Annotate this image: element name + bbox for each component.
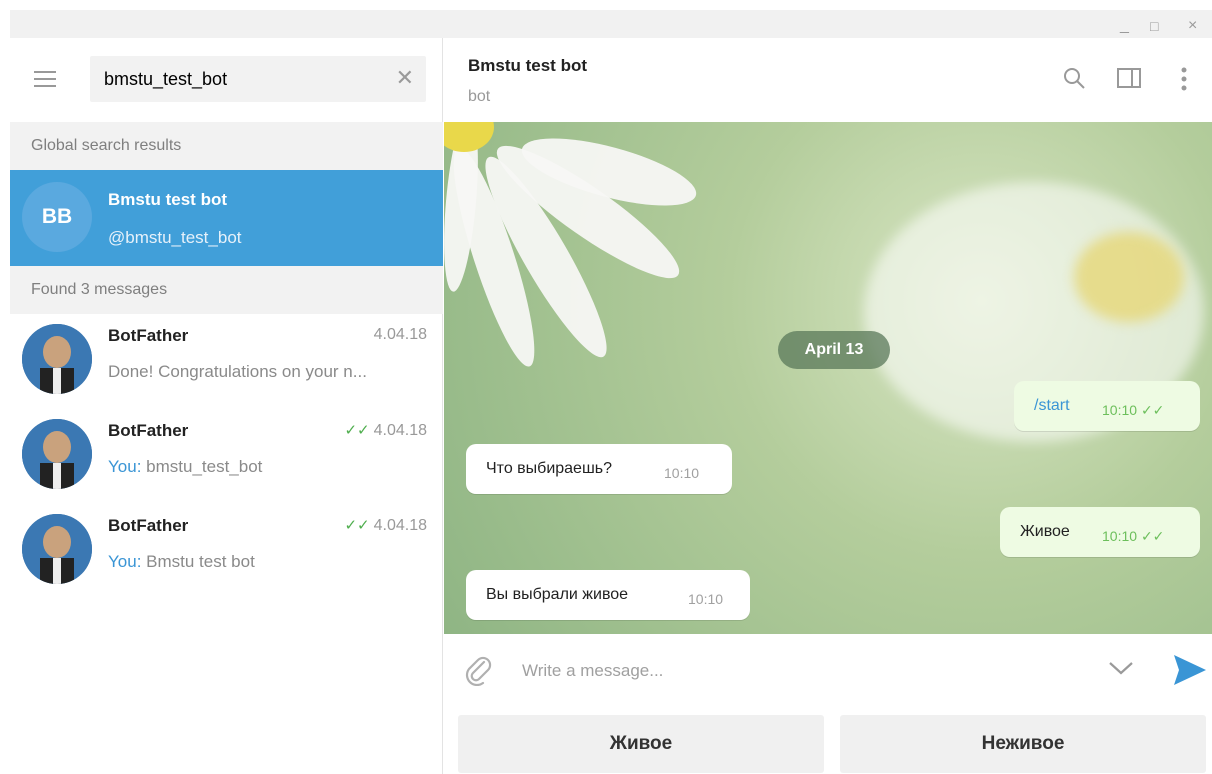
search-icon[interactable] (1062, 66, 1086, 90)
read-ticks-icon: ✓✓ (344, 422, 370, 439)
message-preview: You: Bmstu test bot (108, 552, 255, 571)
read-ticks-icon: ✓✓ (1140, 528, 1165, 544)
maximize-button[interactable]: □ (1150, 18, 1158, 34)
result-handle: @bmstu_test_bot (108, 228, 242, 247)
bot-keyboard: Живое Неживое (444, 708, 1212, 774)
close-window-button[interactable]: × (1188, 18, 1197, 34)
incoming-message: Что выбираешь? 10:10 (466, 444, 732, 494)
global-results-header: Global search results (10, 122, 443, 170)
close-icon[interactable]: ✕ (396, 67, 414, 89)
keyboard-button-not-alive[interactable]: Неживое (840, 715, 1206, 773)
message-time: 10:10 (664, 465, 700, 481)
chat-title[interactable]: Bmstu test bot (468, 56, 587, 76)
global-result-item[interactable]: BB Bmstu test bot @bmstu_test_bot (10, 170, 443, 266)
message-text: Что выбираешь? (486, 460, 613, 477)
message-time: 10:10 (688, 591, 724, 607)
message-text: Вы выбрали живое (486, 586, 629, 603)
background-flower-center (1074, 232, 1184, 322)
message-date: 4.04.18 (373, 326, 427, 343)
chevron-down-icon[interactable] (1108, 660, 1134, 676)
read-ticks-icon: ✓✓ (344, 517, 370, 534)
avatar (22, 514, 92, 584)
flower-center (444, 122, 494, 152)
avatar: BB (22, 182, 92, 252)
minimize-button[interactable]: _ (1120, 18, 1129, 34)
list-item[interactable]: BotFather ✓✓ 4.04.18 You: bmstu_test_bot (10, 409, 443, 504)
message-date: ✓✓ 4.04.18 (344, 517, 427, 534)
message-text: Живое (1020, 523, 1070, 540)
message-preview: Done! Congratulations on your n... (108, 362, 367, 381)
read-ticks-icon: ✓✓ (1140, 402, 1165, 418)
keyboard-button-alive[interactable]: Живое (458, 715, 824, 773)
found-messages-header: Found 3 messages (10, 266, 443, 314)
message-date: ✓✓ 4.04.18 (344, 422, 427, 439)
attach-icon[interactable] (464, 654, 492, 686)
avatar (22, 324, 92, 394)
message-input[interactable] (522, 652, 1082, 690)
search-input[interactable] (104, 56, 384, 102)
sidebar-toggle-icon[interactable] (1116, 66, 1142, 90)
chat-background (444, 122, 1212, 634)
incoming-message: Вы выбрали живое 10:10 (466, 570, 750, 620)
list-item[interactable]: BotFather ✓✓ 4.04.18 You: Bmstu test bot (10, 504, 443, 599)
chat-header: Bmstu test bot bot (444, 38, 1212, 122)
window-titlebar: _ □ × (10, 10, 1212, 38)
sidebar: ✕ Global search results BB Bmstu test bo… (10, 38, 443, 774)
chat-subtitle: bot (468, 88, 491, 105)
outgoing-message: Живое 10:10 ✓✓ (1000, 507, 1200, 557)
more-options-icon[interactable] (1180, 66, 1188, 92)
date-separator: April 13 (778, 331, 890, 369)
message-composer (444, 634, 1212, 708)
sender-name: BotFather (108, 326, 189, 345)
avatar (22, 419, 92, 489)
list-item[interactable]: BotFather 4.04.18 Done! Congratulations … (10, 314, 443, 409)
outgoing-message: /start 10:10 ✓✓ (1014, 381, 1200, 431)
message-text[interactable]: /start (1034, 397, 1070, 414)
sender-name: BotFather (108, 516, 189, 535)
result-name: Bmstu test bot (108, 190, 227, 209)
hamburger-menu-icon[interactable] (34, 71, 56, 87)
send-icon[interactable] (1172, 653, 1208, 687)
sender-name: BotFather (108, 421, 189, 440)
message-time: 10:10 ✓✓ (1102, 402, 1165, 418)
search-box: ✕ (90, 56, 426, 102)
message-preview: You: bmstu_test_bot (108, 457, 263, 476)
message-time: 10:10 ✓✓ (1102, 528, 1165, 544)
